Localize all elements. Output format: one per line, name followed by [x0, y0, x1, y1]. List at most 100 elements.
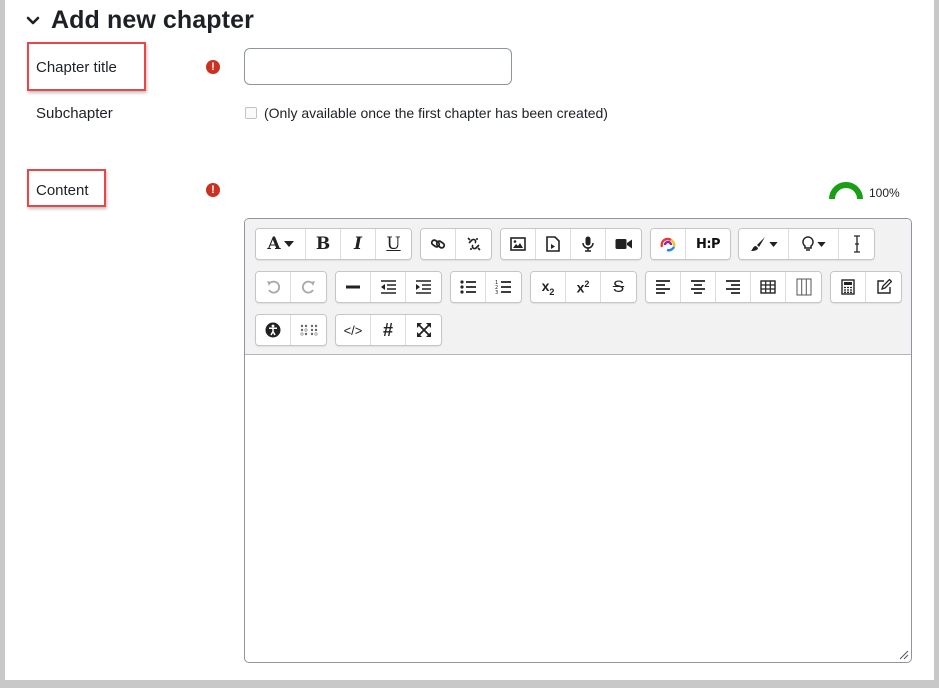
superscript-button[interactable]: x2 [566, 272, 601, 302]
wiris-chemistry-button[interactable] [651, 229, 686, 259]
toolbar-group-script: x2 x2 S [530, 271, 637, 303]
toolbar-group-accessibility [255, 314, 327, 346]
expand-arrows-icon [416, 323, 431, 337]
hashtag-button[interactable]: # [371, 315, 406, 345]
align-center-button[interactable] [681, 272, 716, 302]
columns-icon [796, 278, 811, 296]
record-video-button[interactable] [606, 229, 641, 259]
toolbar-group-links [420, 228, 492, 260]
section-title: Add new chapter [51, 6, 254, 34]
resize-handle-icon[interactable] [899, 650, 909, 660]
toolbar-group-media [500, 228, 642, 260]
unlink-icon [466, 237, 481, 251]
outdent-icon [380, 280, 396, 294]
subscript-button[interactable]: x2 [531, 272, 566, 302]
chapter-title-label: Chapter title [36, 59, 117, 76]
text-cursor-icon [853, 235, 860, 253]
toolbar-group-plugins: H:P [650, 228, 731, 260]
pencil-square-icon [876, 279, 892, 294]
hashtag-icon: # [382, 319, 393, 340]
editor-content-area[interactable] [245, 355, 911, 662]
accessibility-icon [265, 322, 281, 338]
image-icon [510, 237, 526, 251]
strikethrough-button[interactable]: S [601, 272, 636, 302]
indent-button[interactable] [406, 272, 441, 302]
bold-button[interactable]: B [306, 229, 341, 259]
toolbar-group-style [738, 228, 875, 260]
undo-button[interactable] [256, 272, 291, 302]
highlight-dropdown-button[interactable] [789, 229, 839, 259]
braille-screenreader-button[interactable] [291, 315, 326, 345]
bullet-list-icon [459, 280, 476, 294]
lightbulb-icon [801, 236, 814, 251]
font-style-icon: A [267, 234, 281, 254]
unlink-button[interactable] [456, 229, 491, 259]
bullet-list-button[interactable] [451, 272, 486, 302]
subscript-icon: x2 [541, 277, 555, 297]
form-panel: Add new chapter Chapter title ! Subchapt… [5, 0, 934, 680]
section-header[interactable]: Add new chapter [19, 6, 254, 35]
bold-icon: B [315, 234, 331, 254]
toolbar-group-lists: 123 [450, 271, 522, 303]
columns-button[interactable] [786, 272, 821, 302]
toolbar-group-align [645, 271, 822, 303]
code-icon: </> [343, 322, 363, 338]
h5p-icon: H:P [695, 236, 721, 252]
record-audio-button[interactable] [571, 229, 606, 259]
toolbar-group-text: A B I U [255, 228, 412, 260]
horizontal-rule-button[interactable] [336, 272, 371, 302]
edit-note-button[interactable] [866, 272, 901, 302]
align-right-button[interactable] [716, 272, 751, 302]
toolbar-group-tools [830, 271, 902, 303]
h5p-button[interactable]: H:P [686, 229, 730, 259]
subchapter-checkbox[interactable] [245, 107, 257, 119]
subchapter-label: Subchapter [36, 105, 113, 122]
braille-icon [299, 324, 318, 336]
insert-image-button[interactable] [501, 229, 536, 259]
underline-icon: U [386, 234, 401, 254]
outdent-button[interactable] [371, 272, 406, 302]
accessibility-checker-button[interactable] [256, 315, 291, 345]
numbered-list-button[interactable]: 123 [486, 272, 521, 302]
calculator-button[interactable] [831, 272, 866, 302]
align-left-icon [656, 280, 670, 294]
italic-button[interactable]: I [341, 229, 376, 259]
exclamation-circle-icon: ! [206, 183, 220, 197]
chapter-title-input[interactable] [244, 48, 512, 85]
editor-toolbar: A B I U H:P 1 2 3 x2 x2 S </> # [245, 219, 911, 355]
microphone-icon [582, 236, 594, 252]
align-right-icon [726, 280, 740, 294]
horizontal-rule-icon [346, 285, 360, 289]
italic-icon: I [354, 234, 362, 254]
table-button[interactable] [751, 272, 786, 302]
undo-icon [266, 280, 280, 293]
subchapter-note: (Only available once the first chapter h… [264, 105, 608, 121]
calculator-icon [841, 279, 855, 295]
indent-icon [416, 280, 431, 294]
table-icon [760, 280, 776, 294]
wiris-icon [660, 237, 676, 252]
cursor-text-button[interactable] [839, 229, 874, 259]
paint-brush-icon [750, 237, 765, 251]
link-button[interactable] [421, 229, 456, 259]
link-icon [430, 239, 446, 249]
html-source-button[interactable]: </> [336, 315, 371, 345]
align-center-icon [691, 280, 705, 294]
content-label: Content [36, 182, 89, 199]
superscript-icon: x2 [576, 278, 590, 296]
underline-button[interactable]: U [376, 229, 411, 259]
strikethrough-icon: S [612, 277, 625, 296]
svg-text:3: 3 [495, 290, 498, 295]
align-left-button[interactable] [646, 272, 681, 302]
exclamation-circle-icon: ! [206, 60, 220, 74]
font-style-dropdown-button[interactable]: A [256, 229, 306, 259]
video-camera-icon [615, 239, 632, 249]
redo-button[interactable] [291, 272, 326, 302]
text-color-dropdown-button[interactable] [739, 229, 789, 259]
content-editor: A B I U H:P 1 2 3 x2 x2 S </> # [244, 218, 912, 663]
fullscreen-button[interactable] [406, 315, 441, 345]
insert-media-button[interactable] [536, 229, 571, 259]
chevron-down-icon[interactable] [19, 7, 47, 35]
media-file-icon [546, 236, 560, 252]
toolbar-group-indent [335, 271, 442, 303]
